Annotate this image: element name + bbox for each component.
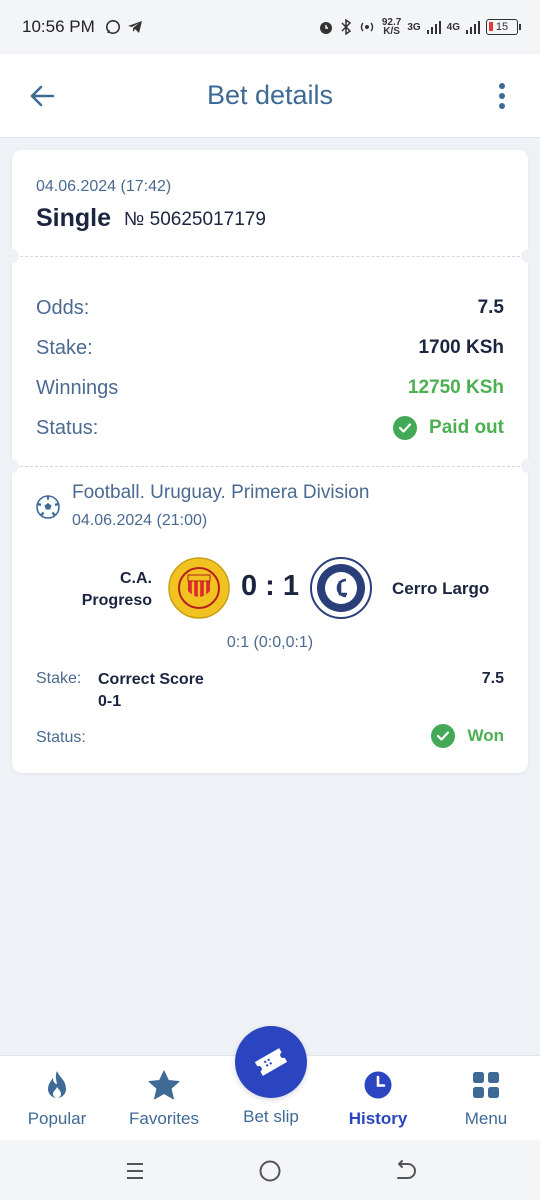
odds-value: 7.5: [477, 297, 504, 318]
nav-menu[interactable]: Menu: [456, 1056, 516, 1141]
away-team-name: Cerro Largo: [392, 579, 490, 598]
nav-favorites[interactable]: Favorites: [122, 1056, 206, 1141]
app-header: Bet details: [0, 54, 540, 138]
network-3g: 3G: [407, 21, 421, 33]
more-options-button[interactable]: [492, 78, 512, 114]
bet-details-card: 04.06.2024 (17:42) Single № 50625017179 …: [5, 150, 535, 773]
battery-icon: 15: [486, 19, 521, 35]
status-label: Status:: [36, 416, 99, 439]
away-team-logo: [310, 557, 372, 619]
winnings-row: Winnings 12750 KSh: [36, 375, 504, 401]
alarm-icon: [319, 22, 332, 34]
star-icon: [147, 1068, 181, 1102]
nav-menu-label: Menu: [464, 1109, 508, 1128]
selection-status-label: Status:: [36, 729, 86, 746]
home-circle-icon: [259, 1160, 281, 1182]
ticket-icon: [254, 1048, 288, 1076]
bet-type: Single: [36, 204, 112, 232]
net-speed-unit: K/S: [383, 26, 400, 37]
match-score: 0 : 1: [240, 570, 300, 602]
divider: [20, 256, 520, 257]
bet-number: № 50625017179: [124, 209, 266, 230]
status-value: Paid out: [429, 417, 504, 438]
bet-slip-button[interactable]: [235, 1026, 307, 1098]
page-title: Bet details: [206, 80, 334, 110]
odds-row: Odds: 7.5: [36, 295, 504, 321]
divider: [20, 466, 520, 467]
recent-apps-button[interactable]: [120, 1158, 150, 1184]
status-bar: 10:56 PM 92.7 K/S 3G 4G 15: [0, 0, 540, 54]
league-name: Football. Uruguay. Primera Division: [72, 482, 370, 503]
battery-level: 15: [495, 21, 509, 33]
bluetooth-icon: [341, 19, 351, 35]
soccer-ball-icon: [36, 495, 60, 519]
selection-odds: 7.5: [481, 670, 504, 687]
winnings-label: Winnings: [36, 376, 119, 399]
nav-history[interactable]: History: [340, 1056, 416, 1141]
stake-row: Stake: 1700 KSh: [36, 335, 504, 361]
winnings-value: 12750 KSh: [407, 377, 504, 398]
home-team-name: C.A. Progreso: [81, 570, 152, 609]
check-circle-icon: [393, 416, 418, 440]
nav-history-label: History: [348, 1109, 408, 1128]
check-circle-icon: [431, 724, 456, 748]
telegram-icon: [127, 21, 142, 33]
status-time: 10:56 PM: [22, 17, 95, 36]
whatsapp-icon: [105, 20, 120, 34]
home-team-logo: [168, 557, 230, 619]
back-button[interactable]: [24, 78, 60, 114]
home-button[interactable]: [255, 1158, 285, 1184]
odds-label: Odds:: [36, 296, 90, 319]
bet-slip-label[interactable]: Bet slip: [221, 1107, 321, 1127]
clock-icon: [361, 1068, 395, 1102]
fire-icon: [40, 1068, 74, 1102]
match-date: 04.06.2024 (21:00): [72, 512, 208, 529]
hotspot-icon: [360, 22, 374, 32]
status-row: Status: Paid out: [36, 415, 504, 441]
signal-icon: [426, 21, 441, 34]
more-vertical-icon: [499, 83, 505, 109]
bet-date: 04.06.2024 (17:42): [36, 178, 172, 195]
selection-name: Correct Score 0-1: [98, 671, 204, 710]
nav-favorites-label: Favorites: [129, 1109, 199, 1128]
stake-label: Stake:: [36, 336, 93, 359]
back-arrow-icon: [397, 1160, 416, 1179]
signal-icon-2: [466, 21, 480, 34]
recents-icon: [127, 1163, 143, 1179]
grid-menu-icon: [469, 1068, 503, 1102]
score-detail: 0:1 (0:0,0:1): [226, 634, 314, 651]
system-back-button[interactable]: [390, 1158, 420, 1184]
system-navigation-bar: [0, 1140, 540, 1200]
selection-stake-label: Stake:: [36, 670, 82, 687]
stake-value: 1700 KSh: [418, 337, 504, 358]
selection-status-value: Won: [467, 726, 504, 745]
nav-popular[interactable]: Popular: [22, 1056, 92, 1141]
arrow-left-icon: [30, 85, 55, 107]
nav-popular-label: Popular: [27, 1109, 87, 1128]
network-4g: 4G: [446, 21, 460, 33]
